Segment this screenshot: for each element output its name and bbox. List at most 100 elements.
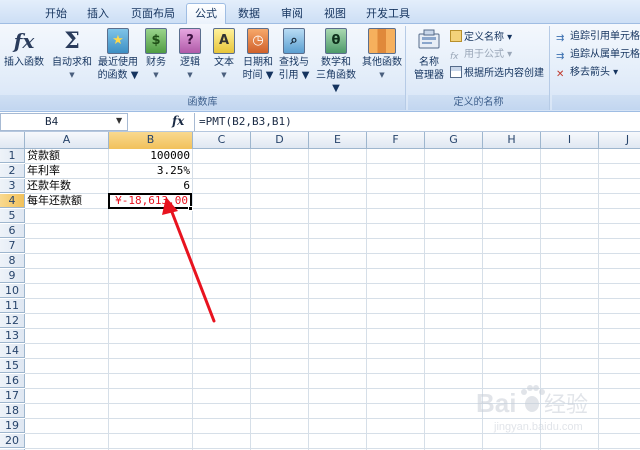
column-header-j[interactable]: J: [599, 132, 640, 149]
clock-book-icon: ◷: [247, 28, 269, 54]
cell-a1[interactable]: 贷款额: [25, 149, 109, 163]
row-header-7[interactable]: 7: [0, 239, 25, 253]
row-gridline: [25, 328, 640, 329]
cell-b1[interactable]: 100000: [109, 149, 193, 163]
svg-text:Bai: Bai: [476, 388, 516, 418]
row-header-17[interactable]: 17: [0, 389, 25, 403]
arrow-shaft: [168, 205, 216, 323]
trace-dependents-button[interactable]: ⇉ 追踪从属单元格: [556, 48, 640, 62]
row-header-15[interactable]: 15: [0, 359, 25, 373]
column-header-c[interactable]: C: [193, 132, 251, 149]
magnifier-book-icon: ⌕: [283, 28, 305, 54]
column-header-f[interactable]: F: [367, 132, 425, 149]
row-header-6[interactable]: 6: [0, 224, 25, 238]
row-gridline: [25, 298, 640, 299]
financial-book-icon: $: [145, 28, 167, 54]
column-header-i[interactable]: I: [541, 132, 599, 149]
name-box-dropdown-icon[interactable]: ▼: [116, 116, 122, 125]
name-box[interactable]: B4: [0, 113, 128, 131]
column-gridline: [366, 149, 367, 450]
column-header-d[interactable]: D: [251, 132, 309, 149]
tab-formulas[interactable]: 公式: [186, 3, 226, 25]
row-header-12[interactable]: 12: [0, 314, 25, 328]
function-library-group: fx 插入函数 Σ 自动求和 ▼ ★ 最近使用 的函数 ▼ $ 财务 ▼ ? 逻…: [0, 26, 406, 110]
math-trig-button[interactable]: θ 数学和 三角函数 ▼: [312, 28, 360, 95]
create-from-selection-button[interactable]: 根据所选内容创建: [450, 66, 544, 81]
cell-b2[interactable]: 3.25%: [109, 164, 193, 178]
ribbon: fx 插入函数 Σ 自动求和 ▼ ★ 最近使用 的函数 ▼ $ 财务 ▼ ? 逻…: [0, 24, 640, 112]
books-stack-icon: [368, 28, 396, 54]
name-manager-button[interactable]: 名称 管理器: [410, 28, 448, 82]
tab-data[interactable]: 数据: [228, 4, 270, 24]
text-book-icon: A: [213, 28, 235, 54]
formula-input[interactable]: =PMT(B2,B3,B1): [194, 113, 640, 131]
trace-precedents-button[interactable]: ⇉ 追踪引用单元格: [556, 30, 640, 44]
row-header-3[interactable]: 3: [0, 179, 25, 193]
row-header-16[interactable]: 16: [0, 374, 25, 388]
row-header-8[interactable]: 8: [0, 254, 25, 268]
row-header-20[interactable]: 20: [0, 434, 25, 448]
trace-dependents-icon: ⇉: [556, 51, 565, 62]
date-time-button[interactable]: ◷ 日期和 时间 ▼: [240, 28, 276, 82]
row-gridline: [25, 253, 640, 254]
column-headers: ABCDEFGHIJ: [0, 132, 640, 149]
row-header-4[interactable]: 4: [0, 194, 25, 208]
fx-small-icon: fx: [450, 52, 459, 62]
row-header-9[interactable]: 9: [0, 269, 25, 283]
logical-book-icon: ?: [179, 28, 201, 54]
define-name-button[interactable]: 定义名称 ▾: [450, 30, 512, 45]
remove-arrows-button[interactable]: ✕ 移去箭头 ▾: [556, 66, 618, 80]
financial-button[interactable]: $ 财务 ▼: [140, 28, 172, 82]
row-gridline: [25, 373, 640, 374]
baidu-paw-logo: Bai 经验 jingyan.baidu.com: [476, 385, 588, 433]
use-in-formula-button[interactable]: fx 用于公式 ▾: [450, 48, 512, 62]
row-header-19[interactable]: 19: [0, 419, 25, 433]
cell-a3[interactable]: 还款年数: [25, 179, 109, 193]
row-header-11[interactable]: 11: [0, 299, 25, 313]
column-gridline: [308, 149, 309, 450]
tab-review[interactable]: 审阅: [272, 4, 312, 24]
row-header-13[interactable]: 13: [0, 329, 25, 343]
insert-function-fx-icon[interactable]: fx: [172, 114, 184, 128]
table-grid-icon: [450, 66, 462, 78]
recently-used-button[interactable]: ★ 最近使用 的函数 ▼: [96, 28, 140, 82]
column-header-a[interactable]: A: [25, 132, 109, 149]
svg-text:jingyan.baidu.com: jingyan.baidu.com: [493, 421, 583, 433]
lookup-reference-button[interactable]: ⌕ 查找与 引用 ▼: [276, 28, 312, 82]
more-functions-button[interactable]: 其他函数 ▼: [360, 28, 404, 82]
annotation-arrow: [162, 197, 216, 323]
row-header-14[interactable]: 14: [0, 344, 25, 358]
row-header-2[interactable]: 2: [0, 164, 25, 178]
tab-developer[interactable]: 开发工具: [358, 4, 418, 24]
autosum-button[interactable]: Σ 自动求和 ▼: [50, 28, 94, 82]
column-header-g[interactable]: G: [425, 132, 483, 149]
sigma-icon: Σ: [64, 28, 80, 54]
row-gridline: [25, 223, 640, 224]
select-all-corner[interactable]: [0, 132, 25, 149]
row-header-10[interactable]: 10: [0, 284, 25, 298]
remove-arrows-icon: ✕: [556, 69, 565, 80]
tab-insert[interactable]: 插入: [78, 4, 118, 24]
svg-text:经验: 经验: [544, 392, 588, 417]
column-header-h[interactable]: H: [483, 132, 541, 149]
cell-b3[interactable]: 6: [109, 179, 193, 193]
tag-icon: [450, 30, 462, 42]
cell-a4[interactable]: 每年还款额: [25, 194, 109, 208]
row-header-18[interactable]: 18: [0, 404, 25, 418]
column-header-e[interactable]: E: [309, 132, 367, 149]
row-header-1[interactable]: 1: [0, 149, 25, 163]
row-header-5[interactable]: 5: [0, 209, 25, 223]
arrow-head: [162, 197, 178, 215]
fx-icon: fx: [13, 29, 35, 53]
tab-page-layout[interactable]: 页面布局: [120, 4, 186, 24]
column-header-b[interactable]: B: [109, 132, 193, 149]
baidu-jingyan-watermark: Bai 经验 jingyan.baidu.com: [470, 378, 630, 438]
logical-button[interactable]: ? 逻辑 ▼: [174, 28, 206, 82]
cell-a2[interactable]: 年利率: [25, 164, 109, 178]
column-gridline: [250, 149, 251, 450]
insert-function-button[interactable]: fx 插入函数: [2, 28, 46, 69]
tab-home[interactable]: 开始: [34, 4, 78, 24]
text-button[interactable]: A 文本 ▼: [208, 28, 240, 82]
tab-view[interactable]: 视图: [314, 4, 356, 24]
row-gridline: [25, 283, 640, 284]
